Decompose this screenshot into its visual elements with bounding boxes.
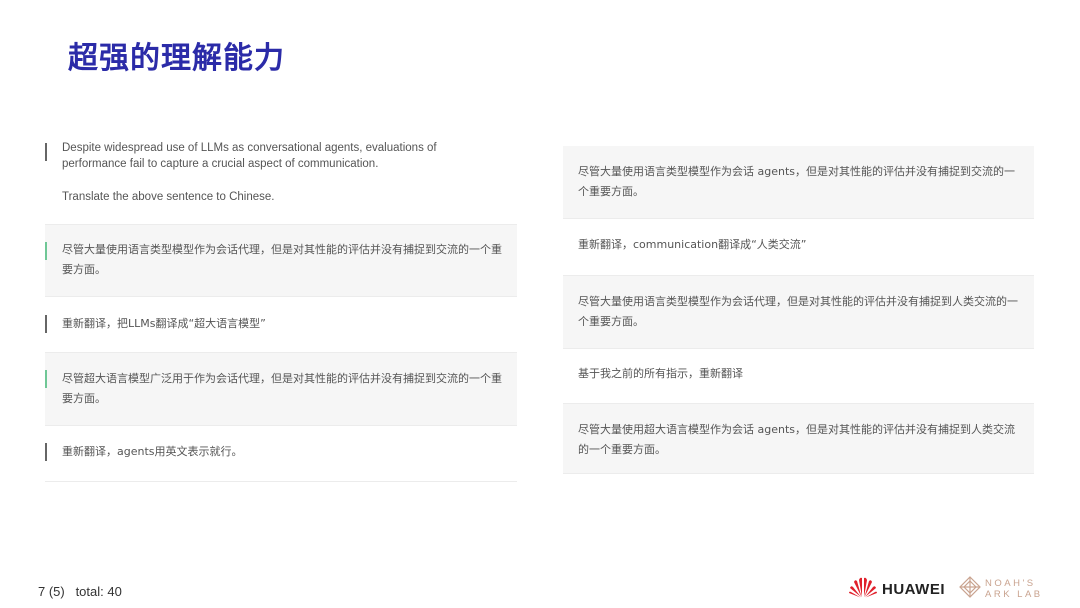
message-text: 尽管超大语言模型广泛用于作为会话代理，但是对其性能的评估并没有捕捉到交流的一个重…: [62, 372, 502, 405]
prompt-line-2: performance fail to capture a crucial as…: [62, 158, 379, 170]
user-message: 重新翻译，agents用英文表示就行。: [45, 426, 517, 482]
assistant-message: 尽管大量使用语言类型模型作为会话代理，但是对其性能的评估并没有捕捉到交流的一个重…: [45, 225, 517, 297]
prompt-line-3: Translate the above sentence to Chinese.: [62, 191, 275, 203]
user-message: 重新翻译，communication翻译成“人类交流”: [563, 219, 1034, 276]
message-text: 尽管大量使用语言类型模型作为会话代理，但是对其性能的评估并没有捕捉到交流的一个重…: [62, 243, 502, 276]
left-conversation: Despite widespread use of LLMs as conver…: [45, 132, 517, 482]
huawei-logo-icon: [849, 576, 877, 602]
page-number: 7 (5) total: 40: [38, 584, 122, 599]
message-marker: [45, 370, 47, 388]
ark-lab-line-2: ARK LAB: [985, 589, 1043, 600]
right-conversation: 尽管大量使用语言类型模型作为会话 agents，但是对其性能的评估并没有捕捉到交…: [563, 146, 1034, 474]
user-message: 基于我之前的所有指示，重新翻译: [563, 349, 1034, 404]
ark-lab-wordmark: NOAH'S ARK LAB: [985, 578, 1043, 600]
user-message: 重新翻译，把LLMs翻译成“超大语言模型”: [45, 297, 517, 353]
assistant-message: 尽管超大语言模型广泛用于作为会话代理，但是对其性能的评估并没有捕捉到交流的一个重…: [45, 353, 517, 426]
assistant-message: 尽管大量使用超大语言模型作为会话 agents，但是对其性能的评估并没有捕捉到人…: [563, 404, 1034, 474]
message-text: 重新翻译，agents用英文表示就行。: [62, 445, 243, 458]
assistant-message: 尽管大量使用语言类型模型作为会话代理，但是对其性能的评估并没有捕捉到人类交流的一…: [563, 276, 1034, 349]
message-text: 尽管大量使用语言类型模型作为会话 agents，但是对其性能的评估并没有捕捉到交…: [578, 165, 1016, 198]
message-text: 尽管大量使用超大语言模型作为会话 agents，但是对其性能的评估并没有捕捉到人…: [578, 423, 1016, 456]
ark-lab-line-1: NOAH'S: [985, 578, 1036, 589]
slide-title: 超强的理解能力: [68, 41, 285, 76]
ark-lab-icon: [959, 576, 981, 602]
message-marker: [45, 242, 47, 260]
message-text: 尽管大量使用语言类型模型作为会话代理，但是对其性能的评估并没有捕捉到人类交流的一…: [578, 295, 1018, 328]
prompt-line-1: Despite widespread use of LLMs as conver…: [62, 142, 437, 154]
message-text: 重新翻译，把LLMs翻译成“超大语言模型”: [62, 317, 266, 330]
message-text: 重新翻译，communication翻译成“人类交流”: [578, 238, 807, 251]
assistant-message: 尽管大量使用语言类型模型作为会话 agents，但是对其性能的评估并没有捕捉到交…: [563, 146, 1034, 219]
message-marker: [45, 443, 47, 461]
footer-logos: HUAWEI NOAH'S ARK LAB: [849, 574, 1043, 604]
message-text: 基于我之前的所有指示，重新翻译: [578, 367, 743, 380]
huawei-wordmark: HUAWEI: [882, 580, 945, 598]
message-marker: [45, 315, 47, 333]
prompt-block: Despite widespread use of LLMs as conver…: [45, 132, 517, 225]
message-marker: [45, 143, 47, 161]
noahs-ark-lab-logo: NOAH'S ARK LAB: [959, 576, 1043, 602]
